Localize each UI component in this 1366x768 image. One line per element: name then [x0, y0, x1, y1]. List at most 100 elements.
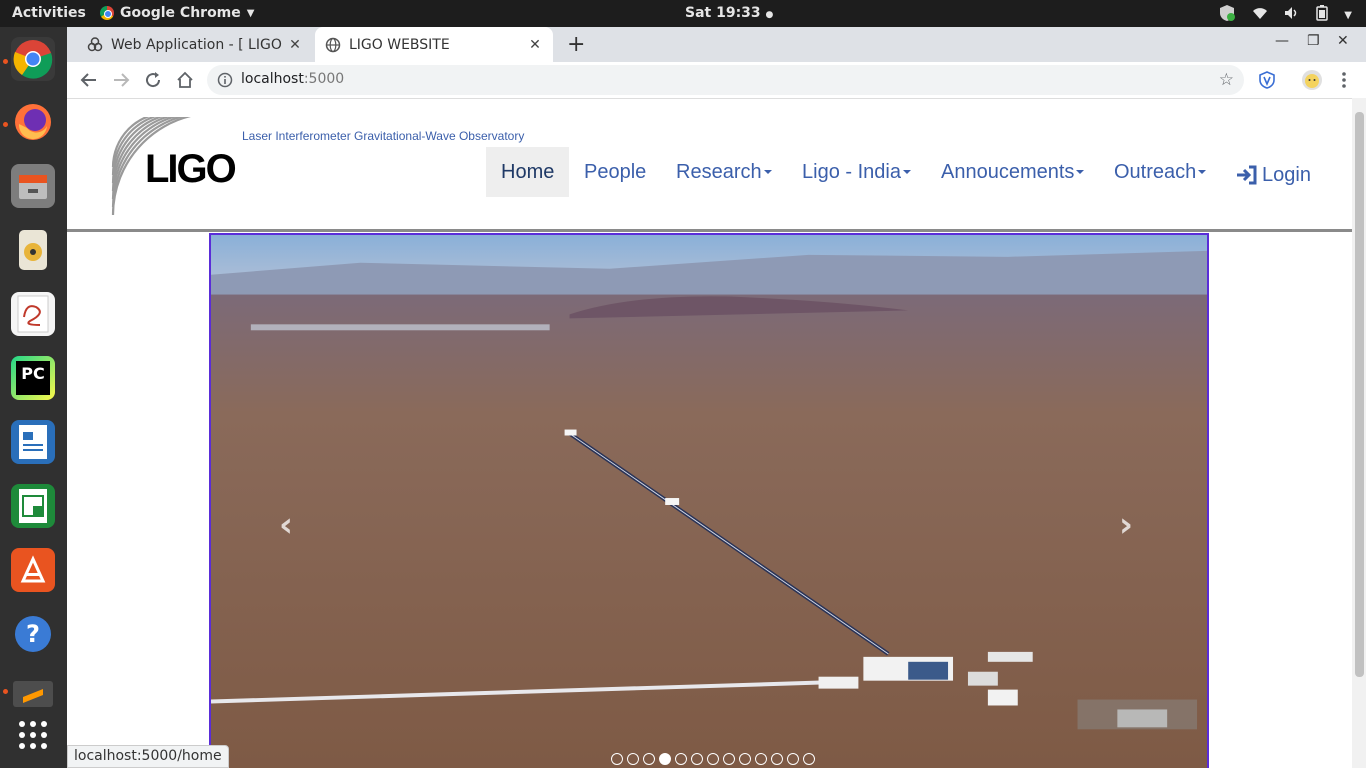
home-icon[interactable]	[173, 68, 197, 92]
extension-shield-icon[interactable]	[1255, 68, 1279, 92]
nav-home[interactable]: Home	[486, 147, 570, 197]
carousel-next-icon[interactable]: ›	[1119, 505, 1133, 545]
tab-close-icon[interactable]: ✕	[525, 37, 545, 53]
help-icon[interactable]: ?	[11, 612, 55, 656]
carousel-indicator[interactable]	[739, 753, 751, 765]
back-icon[interactable]	[77, 68, 101, 92]
carousel-indicator[interactable]	[803, 753, 815, 765]
tab-close-icon[interactable]: ✕	[285, 37, 305, 53]
close-window-icon[interactable]: ✕	[1337, 33, 1349, 49]
notification-dot-icon: ●	[765, 10, 774, 20]
carousel-indicator[interactable]	[723, 753, 735, 765]
bookmark-star-icon[interactable]: ☆	[1219, 70, 1234, 90]
ligo-logo-text: LIGO	[145, 147, 237, 191]
tab-title: LIGO WEBSITE	[349, 36, 450, 53]
dock: PC ?	[0, 27, 67, 768]
clock-label: Sat 19:33	[685, 5, 761, 21]
profile-avatar-icon[interactable]	[1300, 68, 1324, 92]
caret-down-icon	[1076, 170, 1085, 174]
nav-announcements-label: Annoucements	[941, 160, 1075, 183]
forward-icon[interactable]	[109, 68, 133, 92]
carousel-prev-icon[interactable]: ‹	[279, 505, 293, 545]
browser-toolbar: localhost:5000 ☆	[67, 62, 1366, 98]
system-top-bar: Activities Google Chrome ▼ Sat 19:33 ● ▼	[0, 0, 1366, 27]
system-tray[interactable]: ▼	[1218, 4, 1352, 26]
tab-title: Web Application - [ LIGO ]	[111, 36, 285, 53]
carousel-indicator[interactable]	[627, 753, 639, 765]
chrome-menu-icon[interactable]	[1332, 68, 1356, 92]
url-text[interactable]: localhost:5000	[241, 71, 344, 87]
address-bar[interactable]: localhost:5000 ☆	[207, 65, 1244, 95]
calc-icon[interactable]	[11, 484, 55, 528]
pycharm-label: PC	[16, 361, 50, 395]
scrollbar-thumb[interactable]	[1355, 112, 1364, 677]
nav-login-label: Login	[1262, 163, 1311, 186]
sign-in-icon	[1236, 165, 1258, 185]
nav-ligo-india-label: Ligo - India	[802, 160, 901, 183]
browser-window: Web Application - [ LIGO ] ✕ LIGO WEBSIT…	[67, 27, 1366, 768]
carousel-indicator[interactable]	[755, 753, 767, 765]
link-status-bubble: localhost:5000/home	[67, 745, 229, 768]
running-indicator	[3, 689, 8, 694]
nav-login[interactable]: Login	[1236, 150, 1311, 200]
pycharm-icon[interactable]: PC	[11, 356, 55, 400]
chrome-icon	[100, 6, 114, 20]
image-carousel[interactable]: ‹ ›	[209, 233, 1209, 768]
writer-icon[interactable]	[11, 420, 55, 464]
firefox-icon[interactable]	[11, 100, 55, 144]
nav-people[interactable]: People	[584, 147, 646, 197]
tab-ligo-website[interactable]: LIGO WEBSITE ✕	[315, 27, 553, 62]
carousel-indicator[interactable]	[691, 753, 703, 765]
carousel-indicator[interactable]	[787, 753, 799, 765]
site-info-icon[interactable]	[217, 72, 233, 92]
webapp-favicon-icon	[87, 36, 103, 53]
svg-text:?: ?	[26, 620, 40, 648]
nav-ligo-india[interactable]: Ligo - India	[802, 147, 911, 197]
page-scrollbar[interactable]	[1352, 98, 1366, 768]
carousel-indicator[interactable]	[707, 753, 719, 765]
restore-icon[interactable]: ❐	[1307, 33, 1320, 49]
tab-web-application[interactable]: Web Application - [ LIGO ] ✕	[77, 27, 313, 62]
caret-down-icon	[763, 170, 772, 174]
running-indicator	[3, 59, 8, 64]
globe-icon	[325, 37, 341, 53]
show-apps-icon[interactable]	[11, 713, 55, 757]
tab-strip: Web Application - [ LIGO ] ✕ LIGO WEBSIT…	[67, 27, 1366, 62]
software-center-icon[interactable]	[11, 548, 55, 592]
chevron-down-icon: ▼	[246, 7, 255, 19]
app-menu[interactable]: Google Chrome ▼	[100, 5, 254, 21]
nav-research-label: Research	[676, 160, 762, 183]
nav-research[interactable]: Research	[676, 147, 772, 197]
carousel-indicator[interactable]	[643, 753, 655, 765]
minimize-icon[interactable]: —	[1275, 33, 1289, 49]
carousel-indicator[interactable]	[659, 753, 671, 765]
nav-announcements[interactable]: Annoucements	[941, 147, 1085, 197]
reload-icon[interactable]	[141, 68, 165, 92]
site-tagline: Laser Interferometer Gravitational-Wave …	[242, 129, 525, 143]
url-host: localhost	[241, 71, 304, 87]
nav-outreach-label: Outreach	[1114, 160, 1197, 183]
new-tab-button[interactable]: +	[567, 32, 585, 57]
document-viewer-icon[interactable]	[11, 292, 55, 336]
nav-people-label: People	[584, 160, 647, 183]
carousel-indicator[interactable]	[771, 753, 783, 765]
sublime-icon[interactable]	[11, 672, 55, 716]
caret-down-icon	[902, 170, 911, 174]
system-menu-chevron-icon[interactable]: ▼	[1344, 10, 1352, 21]
carousel-indicators	[611, 753, 815, 765]
chrome-icon[interactable]	[11, 37, 55, 81]
nav-outreach[interactable]: Outreach	[1114, 147, 1207, 197]
volume-icon[interactable]	[1284, 6, 1300, 24]
carousel-indicator[interactable]	[611, 753, 623, 765]
files-icon[interactable]	[11, 164, 55, 208]
clock[interactable]: Sat 19:33 ●	[685, 5, 773, 21]
app-menu-label: Google Chrome	[120, 5, 241, 21]
rhythmbox-icon[interactable]	[11, 228, 55, 272]
header-divider	[67, 229, 1352, 232]
shield-icon[interactable]	[1218, 4, 1236, 26]
running-indicator	[3, 122, 8, 127]
activities-button[interactable]: Activities	[12, 5, 86, 21]
wifi-icon[interactable]	[1252, 6, 1268, 24]
carousel-indicator[interactable]	[675, 753, 687, 765]
battery-icon[interactable]	[1316, 5, 1329, 25]
